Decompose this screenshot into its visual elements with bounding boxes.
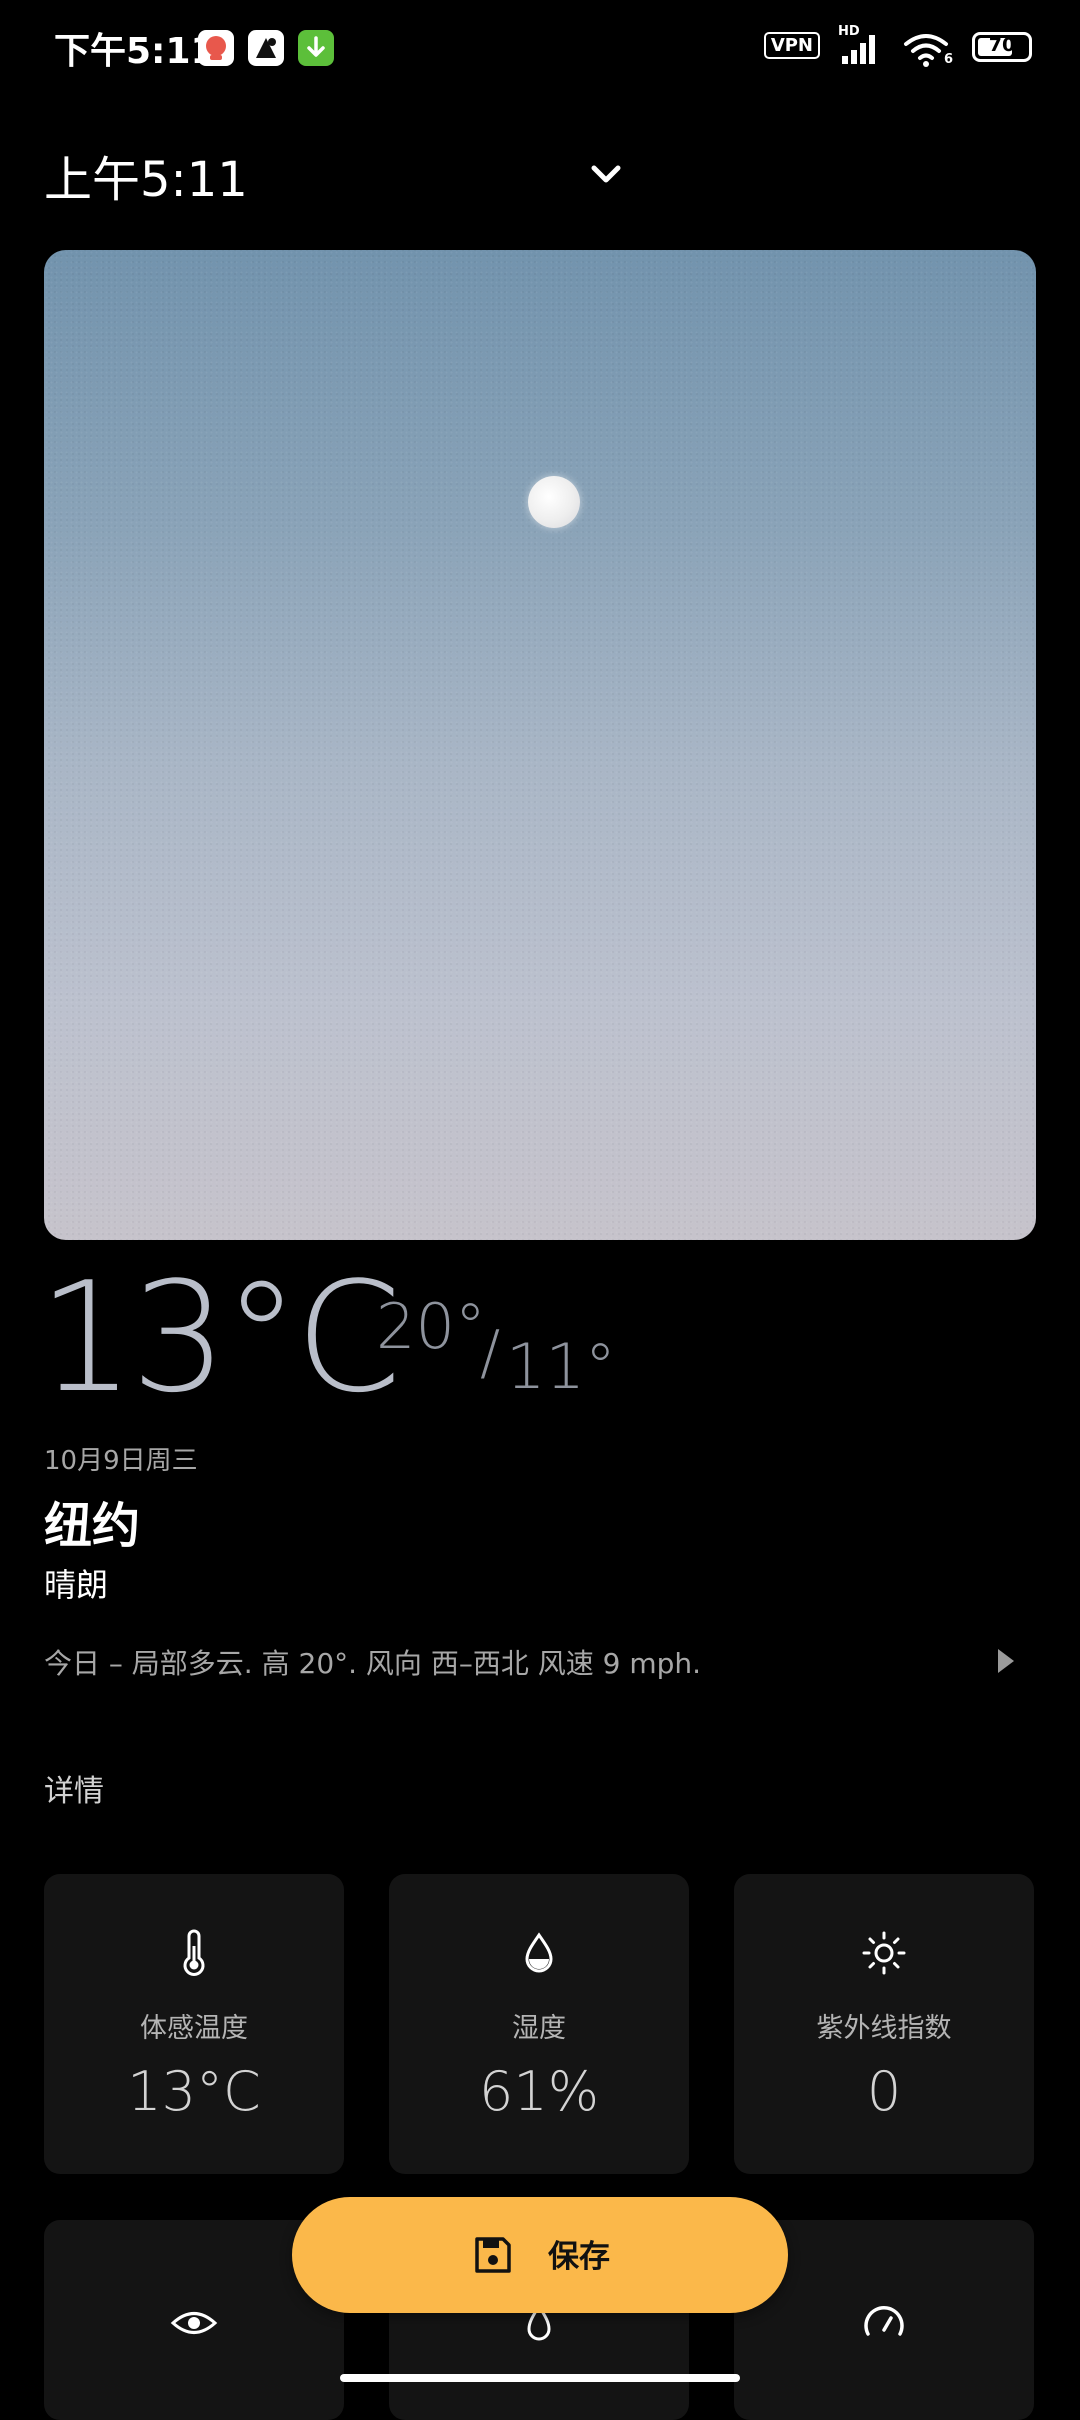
feels-like-card[interactable]: 体感温度 13°C — [44, 1874, 344, 2174]
moon — [528, 476, 580, 528]
card-label: 湿度 — [512, 2013, 566, 2044]
card-label: 体感温度 — [140, 2013, 248, 2044]
sun-icon — [859, 1928, 909, 1978]
sky-photo — [44, 250, 1036, 1240]
header-time: 上午5:11 — [44, 152, 248, 208]
chevron-down-icon[interactable] — [584, 152, 628, 196]
forecast-summary[interactable]: 今日 – 局部多云. 高 20°. 风向 西–西北 风速 9 mph. — [44, 1642, 964, 1682]
save-label: 保存 — [548, 2239, 610, 2275]
save-button[interactable]: 保存 — [292, 2197, 788, 2313]
card-value: 13°C — [127, 2060, 261, 2123]
card-value: 0 — [866, 2060, 902, 2123]
eye-icon — [169, 2298, 219, 2348]
humidity-card[interactable]: 湿度 61% — [389, 1874, 689, 2174]
humidity-icon — [514, 1928, 564, 1978]
gauge-icon — [859, 2298, 909, 2348]
wifi-badge: 6 — [944, 52, 954, 67]
battery-level: 70 — [988, 34, 1016, 56]
battery-icon: 70 — [972, 32, 1032, 62]
wifi-icon: 6 — [902, 30, 954, 70]
cellular-signal-icon: HD — [838, 24, 886, 66]
vpn-indicator: VPN — [763, 32, 820, 59]
app-notification-icon — [198, 30, 234, 66]
uv-index-card[interactable]: 紫外线指数 0 — [734, 1874, 1034, 2174]
low-temperature: 11° — [506, 1330, 616, 1403]
home-indicator[interactable] — [340, 2374, 740, 2382]
status-bar: 下午5:11 VPN HD 6 70 — [0, 0, 1080, 96]
save-icon — [472, 2234, 514, 2276]
app-notification-icon — [248, 30, 284, 66]
high-temperature: 20° — [376, 1290, 486, 1363]
status-time: 下午5:11 — [54, 31, 216, 72]
current-temperature: 13°C — [38, 1249, 402, 1426]
play-arrow-icon[interactable] — [994, 1646, 1018, 1676]
date-label: 10月9日周三 — [44, 1446, 198, 1476]
city-name: 纽约 — [44, 1498, 141, 1554]
weather-condition: 晴朗 — [44, 1566, 109, 1604]
temperature-separator: / — [480, 1318, 501, 1388]
photo-grain — [44, 250, 1036, 1240]
card-value: 61% — [478, 2060, 600, 2123]
thermometer-icon — [169, 1928, 219, 1978]
card-label: 紫外线指数 — [816, 2013, 952, 2044]
download-notification-icon — [298, 30, 334, 66]
details-heading: 详情 — [44, 1774, 104, 1809]
